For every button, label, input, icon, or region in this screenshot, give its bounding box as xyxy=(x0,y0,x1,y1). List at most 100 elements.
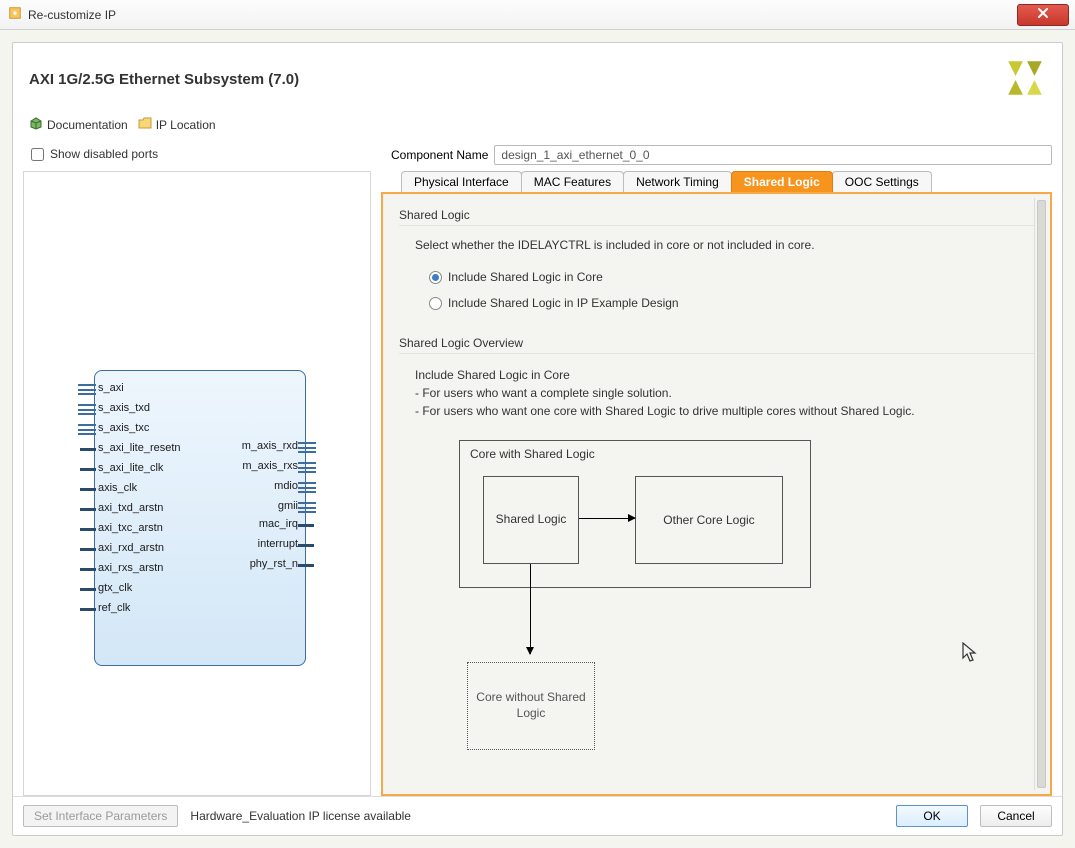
ok-button[interactable]: OK xyxy=(896,805,968,827)
bus-icon xyxy=(78,424,96,435)
bus-icon xyxy=(78,404,96,415)
ip-preview[interactable]: s_axi s_axis_txd s_axis_txc s_axi_lite_r… xyxy=(23,171,371,796)
diagram-bigbox-title: Core with Shared Logic xyxy=(470,447,595,461)
port-tick-icon xyxy=(298,524,314,527)
right-column: Component Name Physical Interface MAC Fe… xyxy=(381,141,1052,796)
main-area: Show disabled ports s_axi s_axis_txd s_a… xyxy=(13,141,1062,796)
diagram-other-core-box: Other Core Logic xyxy=(635,476,783,564)
port-label-left: ref_clk xyxy=(98,602,130,614)
port-label-left: s_axi_lite_clk xyxy=(98,462,163,474)
radio-include-in-example[interactable] xyxy=(429,297,442,310)
page-title: AXI 1G/2.5G Ethernet Subsystem (7.0) xyxy=(29,71,299,88)
port-tick-icon xyxy=(80,528,96,531)
overview-line1: - For users who want a complete single s… xyxy=(415,384,1034,402)
xilinx-logo-icon xyxy=(1004,57,1046,102)
port-label-right: mac_irq xyxy=(259,518,298,530)
diagram-sl-label: Shared Logic xyxy=(496,512,567,528)
header-row: AXI 1G/2.5G Ethernet Subsystem (7.0) xyxy=(13,43,1062,112)
port-label-left: axi_rxd_arstn xyxy=(98,542,164,554)
port-label-right: m_axis_rxd xyxy=(242,440,298,452)
port-tick-icon xyxy=(80,468,96,471)
bus-icon xyxy=(298,462,316,473)
window-title: Re-customize IP xyxy=(28,8,1017,22)
port-label-left: s_axis_txc xyxy=(98,422,149,434)
arrow-right-icon xyxy=(579,518,635,519)
show-disabled-checkbox[interactable] xyxy=(31,148,44,161)
cursor-icon xyxy=(962,642,978,670)
arrow-down-icon xyxy=(530,564,531,654)
set-interface-params-button[interactable]: Set Interface Parameters xyxy=(23,805,178,827)
tab-body: Shared Logic Select whether the IDELAYCT… xyxy=(381,192,1052,796)
port-label-left: gtx_clk xyxy=(98,582,132,594)
shared-logic-description: Select whether the IDELAYCTRL is include… xyxy=(415,238,1034,252)
tab-ooc-settings[interactable]: OOC Settings xyxy=(832,171,932,192)
port-label-left: s_axi xyxy=(98,382,124,394)
bus-icon xyxy=(78,384,96,395)
port-tick-icon xyxy=(80,548,96,551)
component-name-input[interactable] xyxy=(494,145,1052,165)
diagram-shared-logic-box: Shared Logic xyxy=(483,476,579,564)
tab-physical-interface[interactable]: Physical Interface xyxy=(401,171,522,192)
inner-panel: AXI 1G/2.5G Ethernet Subsystem (7.0) Doc… xyxy=(12,42,1063,836)
ip-location-link[interactable]: IP Location xyxy=(138,117,216,132)
port-label-left: s_axis_txd xyxy=(98,402,150,414)
show-disabled-label: Show disabled ports xyxy=(50,147,158,161)
radio-row-in-core[interactable]: Include Shared Logic in Core xyxy=(429,270,1034,284)
port-label-right: interrupt xyxy=(258,538,298,550)
port-tick-icon xyxy=(298,544,314,547)
port-label-right: m_axis_rxs xyxy=(242,460,298,472)
tab-network-timing[interactable]: Network Timing xyxy=(623,171,732,192)
port-tick-icon xyxy=(80,488,96,491)
tab-strip: Physical Interface MAC Features Network … xyxy=(381,171,1052,192)
port-tick-icon xyxy=(298,564,314,567)
bus-icon xyxy=(298,502,316,513)
bus-icon xyxy=(298,442,316,453)
titlebar: Re-customize IP xyxy=(0,0,1075,30)
diagram-core-without-shared: Core without Shared Logic xyxy=(467,662,595,750)
port-label-left: axi_txc_arstn xyxy=(98,522,163,534)
close-icon xyxy=(1037,7,1049,22)
cube-icon xyxy=(29,116,43,133)
left-column: Show disabled ports s_axi s_axis_txd s_a… xyxy=(23,141,371,796)
tab-mac-features[interactable]: MAC Features xyxy=(521,171,624,192)
license-status: Hardware_Evaluation IP license available xyxy=(190,809,411,823)
overview-text: Include Shared Logic in Core - For users… xyxy=(415,366,1034,420)
cancel-button[interactable]: Cancel xyxy=(980,805,1052,827)
port-tick-icon xyxy=(80,608,96,611)
footer: Set Interface Parameters Hardware_Evalua… xyxy=(13,796,1062,835)
port-label-right: mdio xyxy=(274,480,298,492)
gear-icon xyxy=(8,6,22,23)
port-tick-icon xyxy=(80,568,96,571)
port-label-left: s_axi_lite_resetn xyxy=(98,442,181,454)
documentation-label: Documentation xyxy=(47,118,128,132)
port-tick-icon xyxy=(80,508,96,511)
radio-label-in-core: Include Shared Logic in Core xyxy=(448,270,603,284)
overview-line2: - For users who want one core with Share… xyxy=(415,402,1034,420)
window-body: AXI 1G/2.5G Ethernet Subsystem (7.0) Doc… xyxy=(0,30,1075,848)
ip-location-label: IP Location xyxy=(156,118,216,132)
port-label-left: axi_rxs_arstn xyxy=(98,562,163,574)
folder-icon xyxy=(138,117,152,132)
show-disabled-row: Show disabled ports xyxy=(23,141,371,167)
overview-section-title: Shared Logic Overview xyxy=(399,336,1034,354)
link-row: Documentation IP Location xyxy=(13,112,1062,141)
overview-heading: Include Shared Logic in Core xyxy=(415,366,1034,384)
shared-logic-section-title: Shared Logic xyxy=(399,208,1034,226)
port-label-left: axi_txd_arstn xyxy=(98,502,163,514)
documentation-link[interactable]: Documentation xyxy=(29,116,128,133)
radio-label-in-example: Include Shared Logic in IP Example Desig… xyxy=(448,296,679,310)
port-label-right: gmii xyxy=(278,500,298,512)
scrollbar[interactable] xyxy=(1034,198,1048,790)
component-name-row: Component Name xyxy=(381,141,1052,171)
radio-include-in-core[interactable] xyxy=(429,271,442,284)
port-label-right: phy_rst_n xyxy=(250,558,298,570)
tab-shared-logic[interactable]: Shared Logic xyxy=(731,171,833,192)
scroll-thumb[interactable] xyxy=(1037,200,1046,788)
bus-icon xyxy=(298,482,316,493)
port-tick-icon xyxy=(80,588,96,591)
port-tick-icon xyxy=(80,448,96,451)
shared-logic-diagram: Core with Shared Logic Shared Logic Othe… xyxy=(459,440,959,770)
close-button[interactable] xyxy=(1017,4,1069,26)
component-name-label: Component Name xyxy=(391,148,488,162)
radio-row-in-example[interactable]: Include Shared Logic in IP Example Desig… xyxy=(429,296,1034,310)
